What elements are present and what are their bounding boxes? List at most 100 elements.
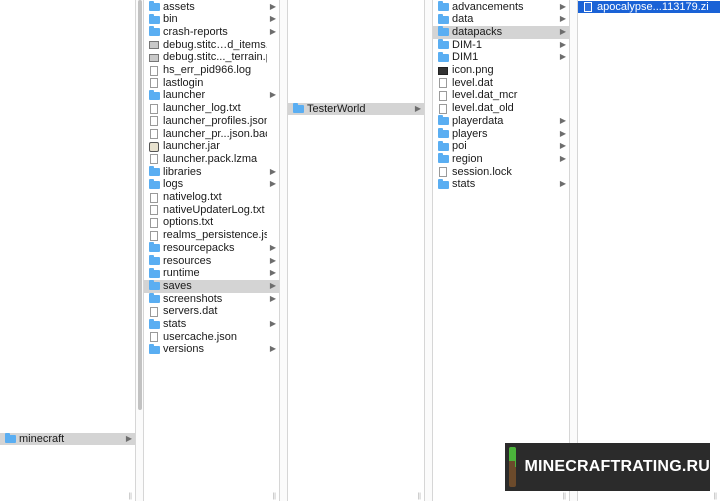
file-row[interactable]: session.lock [433, 166, 569, 179]
column-resize-grip[interactable]: || [578, 493, 720, 501]
file-row[interactable]: launcher_pr...json.backup [144, 128, 279, 141]
folder-icon [149, 255, 160, 266]
file-row[interactable]: region ▶ [433, 153, 569, 166]
file-row[interactable]: DIM-1 ▶ [433, 39, 569, 52]
finder-column-saves[interactable]: TesterWorld ▶ || [288, 0, 425, 501]
file-name: launcher_pr...json.backup [163, 127, 267, 140]
file-row[interactable]: launcher_log.txt [144, 102, 279, 115]
column-resize-grip[interactable]: || [144, 493, 279, 501]
image-dark-icon [438, 66, 449, 76]
file-row[interactable]: minecraft ▶ [0, 432, 135, 446]
finder-column-datapacks[interactable]: apocalypse...113179.zip || [578, 0, 720, 501]
file-name: debug.stitc…d_items.png [163, 38, 267, 51]
file-name: level.dat_old [452, 102, 514, 115]
chevron-right-icon: ▶ [559, 26, 566, 36]
column-resize-handle[interactable] [425, 0, 433, 501]
file-row[interactable]: nativelog.txt [144, 191, 279, 204]
document-icon [149, 205, 160, 216]
file-name: screenshots [163, 292, 223, 305]
file-row[interactable]: DIM1 ▶ [433, 51, 569, 64]
file-name: region [452, 152, 483, 165]
file-name: versions [163, 343, 204, 356]
file-row[interactable]: resources ▶ [144, 255, 279, 268]
file-name: nativelog.txt [163, 191, 222, 203]
file-row[interactable]: usercache.json [144, 331, 279, 344]
grip-icon: || [562, 493, 566, 500]
file-row[interactable]: players ▶ [433, 128, 569, 141]
finder-column-root[interactable]: minecraft ▶ || [0, 0, 136, 501]
document-icon [149, 103, 160, 114]
file-row[interactable]: datapacks ▶ [433, 25, 569, 39]
file-row[interactable]: launcher ▶ [144, 89, 279, 102]
file-row[interactable]: playerdata ▶ [433, 115, 569, 128]
finder-column-minecraft[interactable]: assets ▶ bin ▶ crash-reports ▶ debug.stitc…d_i… [144, 0, 280, 501]
column-resize-grip[interactable]: || [0, 493, 135, 501]
file-row[interactable]: assets ▶ [144, 1, 279, 14]
document-icon [149, 217, 160, 228]
file-row[interactable]: launcher.jar [144, 140, 279, 153]
chevron-right-icon: ▶ [269, 166, 276, 176]
file-row[interactable]: logs ▶ [144, 178, 279, 191]
file-name: DIM-1 [452, 38, 482, 51]
column-resize-handle[interactable] [280, 0, 288, 501]
file-name: stats [452, 178, 476, 191]
finder-column-testerworld[interactable]: advancements ▶ data ▶ datapacks ▶ DIM-1 ▶ DIM1 ▶ i… [433, 0, 570, 501]
column-resize-grip[interactable]: || [433, 493, 569, 501]
file-row[interactable]: poi ▶ [433, 140, 569, 153]
column-resize-handle[interactable] [570, 0, 578, 501]
chevron-right-icon: ▶ [559, 52, 566, 62]
chevron-right-icon: ▶ [269, 242, 276, 252]
document-icon [149, 230, 160, 241]
file-name: options.txt [163, 216, 214, 229]
file-name: hs_err_pid966.log [163, 64, 252, 76]
file-row[interactable]: launcher.pack.lzma [144, 153, 279, 166]
file-row[interactable]: apocalypse...113179.zip [578, 0, 720, 14]
file-row[interactable]: lastlogin [144, 77, 279, 90]
file-row[interactable]: realms_persistence.json [144, 229, 279, 242]
file-name: DIM1 [452, 51, 479, 64]
file-row[interactable]: data ▶ [433, 13, 569, 26]
file-name: usercache.json [163, 330, 237, 343]
file-row[interactable]: debug.stitc…d_items.png [144, 39, 279, 52]
file-name: resourcepacks [163, 241, 235, 254]
file-row[interactable]: debug.stitc..._terrain.png [144, 51, 279, 64]
column-resize-handle[interactable] [136, 0, 144, 501]
chevron-right-icon: ▶ [269, 14, 276, 24]
file-row[interactable]: libraries ▶ [144, 166, 279, 179]
file-row[interactable]: stats ▶ [144, 318, 279, 331]
chevron-right-icon: ▶ [559, 179, 566, 189]
file-row[interactable]: level.dat [433, 77, 569, 90]
file-name: poi [452, 140, 467, 153]
file-row[interactable]: stats ▶ [433, 178, 569, 191]
file-name: minecraft [19, 432, 65, 445]
scrollbar-thumb[interactable] [138, 0, 142, 410]
file-row[interactable]: saves ▶ [144, 279, 279, 293]
chevron-right-icon: ▶ [559, 39, 566, 49]
file-row[interactable]: nativeUpdaterLog.txt [144, 204, 279, 217]
file-row[interactable]: level.dat_old [433, 102, 569, 115]
file-row[interactable]: screenshots ▶ [144, 293, 279, 306]
file-row[interactable]: hs_err_pid966.log [144, 64, 279, 77]
folder-icon [438, 128, 449, 139]
file-name: stats [163, 318, 187, 330]
file-row[interactable]: launcher_profiles.json [144, 115, 279, 128]
folder-icon [149, 318, 160, 330]
folder-icon [149, 267, 160, 279]
file-row[interactable]: icon.png [433, 64, 569, 77]
column-resize-grip[interactable]: || [288, 493, 424, 501]
file-row[interactable]: versions ▶ [144, 343, 279, 356]
file-row[interactable]: crash-reports ▶ [144, 26, 279, 39]
file-name: resources [163, 254, 212, 267]
folder-icon [438, 26, 449, 37]
file-row[interactable]: TesterWorld ▶ [288, 102, 424, 116]
document-icon [149, 129, 160, 139]
file-row[interactable]: advancements ▶ [433, 1, 569, 14]
file-row[interactable]: resourcepacks ▶ [144, 242, 279, 255]
file-row[interactable]: level.dat_mcr [433, 89, 569, 102]
file-row[interactable]: options.txt [144, 216, 279, 229]
chevron-right-icon: ▶ [559, 153, 566, 163]
file-row[interactable]: servers.dat [144, 305, 279, 318]
file-name: runtime [163, 267, 200, 280]
file-row[interactable]: runtime ▶ [144, 267, 279, 280]
file-row[interactable]: bin ▶ [144, 13, 279, 26]
